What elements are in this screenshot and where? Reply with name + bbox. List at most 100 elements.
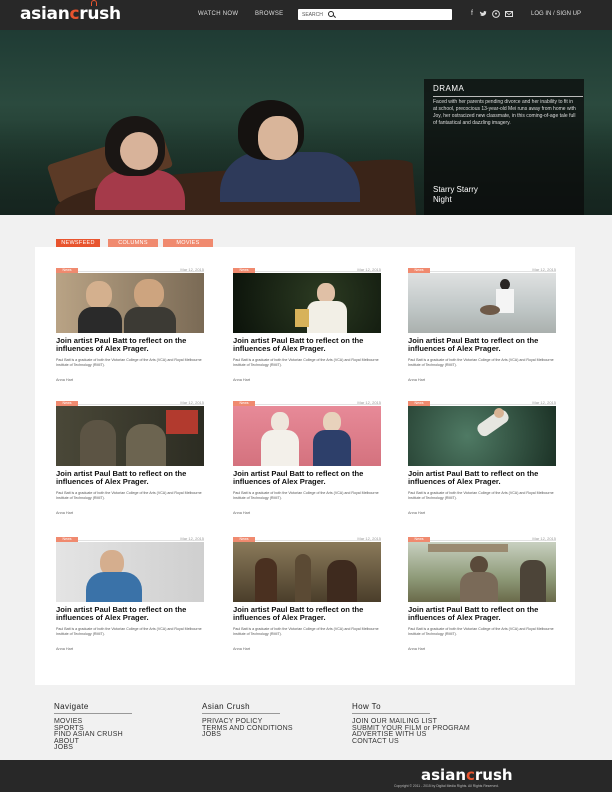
article-excerpt: Paul Batt is a graduate of both the Vict…: [408, 358, 554, 367]
article-title[interactable]: Join artist Paul Batt to reflect on the …: [233, 469, 381, 487]
article-thumbnail[interactable]: [56, 542, 204, 602]
article-card[interactable]: News Mar 12, 2015 Join artist Paul Batt …: [233, 265, 381, 390]
logo-text-part: asian: [421, 766, 466, 784]
search-icon[interactable]: [328, 11, 334, 17]
article-author: Anna Hart: [56, 647, 74, 651]
search-box: [298, 9, 452, 20]
article-card[interactable]: News Mar 12, 2015 Join artist Paul Batt …: [408, 265, 556, 390]
article-excerpt: Paul Batt is a graduate of both the Vict…: [233, 627, 379, 636]
top-navigation-bar: asiancrush WATCH NOW BROWSE f LOG IN / S…: [0, 0, 612, 30]
thumb-face: [494, 408, 504, 418]
footer-heading: How To: [352, 702, 381, 711]
article-card[interactable]: News Mar 12, 2015 Join artist Paul Batt …: [56, 398, 204, 523]
article-title[interactable]: Join artist Paul Batt to reflect on the …: [233, 605, 381, 623]
thumb-body: [307, 301, 347, 333]
thumb-body: [80, 420, 116, 466]
thumb-body: [520, 560, 546, 602]
article-excerpt: Paul Batt is a graduate of both the Vict…: [408, 491, 554, 500]
article-thumbnail[interactable]: [56, 273, 204, 333]
thumb-face: [134, 279, 164, 309]
article-date: Mar 12, 2015: [180, 400, 204, 405]
thumb-body: [261, 430, 299, 466]
article-title[interactable]: Join artist Paul Batt to reflect on the …: [56, 469, 204, 487]
thumb-figure: [255, 558, 277, 602]
thumb-face: [271, 412, 289, 432]
article-title[interactable]: Join artist Paul Batt to reflect on the …: [408, 605, 556, 623]
search-input[interactable]: [298, 9, 438, 20]
email-icon[interactable]: [505, 10, 513, 18]
login-signup-link[interactable]: LOG IN / SIGN UP: [531, 11, 581, 17]
article-thumbnail[interactable]: [233, 273, 381, 333]
hero-boy-body: [220, 152, 360, 202]
article-title[interactable]: Join artist Paul Batt to reflect on the …: [56, 336, 204, 354]
footer-link-contact[interactable]: CONTACT US: [352, 738, 470, 746]
footer-heading: Navigate: [54, 702, 89, 711]
footer-link-jobs[interactable]: JOBS: [54, 745, 132, 752]
site-logo[interactable]: asiancrush: [20, 0, 121, 24]
article-card[interactable]: News Mar 12, 2015 Join artist Paul Batt …: [56, 534, 204, 659]
article-author: Anna Hart: [56, 378, 74, 382]
article-title[interactable]: Join artist Paul Batt to reflect on the …: [233, 336, 381, 354]
article-title[interactable]: Join artist Paul Batt to reflect on the …: [408, 469, 556, 487]
article-card[interactable]: News Mar 12, 2015 Join artist Paul Batt …: [56, 265, 204, 390]
copyright-text: Copyright © 2011 - 2015 by Digital Media…: [394, 784, 499, 788]
thumb-body: [460, 572, 498, 602]
article-card[interactable]: News Mar 12, 2015 Join artist Paul Batt …: [233, 398, 381, 523]
article-title[interactable]: Join artist Paul Batt to reflect on the …: [408, 336, 556, 354]
article-thumbnail[interactable]: [408, 406, 556, 466]
facebook-icon[interactable]: f: [468, 10, 476, 18]
featured-title[interactable]: Starry Starry Night: [433, 185, 493, 205]
footer-bar: asiancrush Copyright © 2011 - 2015 by Di…: [0, 760, 612, 792]
footer-link-jobs[interactable]: JOBS: [202, 731, 293, 739]
twitter-icon[interactable]: [479, 10, 487, 18]
thumb-body: [86, 572, 142, 602]
article-card[interactable]: News Mar 12, 2015 Join artist Paul Batt …: [233, 534, 381, 659]
featured-description: Faced with her parents pending divorce a…: [433, 99, 576, 126]
thumb-airplane: [428, 544, 508, 552]
footer-navigate: Navigate MOVIES SPORTS FIND ASIAN CRUSH …: [54, 702, 132, 752]
featured-divider: [433, 96, 583, 97]
thumb-face: [323, 412, 341, 432]
article-author: Anna Hart: [233, 378, 251, 382]
article-card[interactable]: News Mar 12, 2015 Join artist Paul Batt …: [408, 398, 556, 523]
article-author: Anna Hart: [233, 647, 251, 651]
article-thumbnail[interactable]: [233, 406, 381, 466]
hero-girl-body: [95, 170, 185, 210]
article-excerpt: Paul Batt is a graduate of both the Vict…: [233, 491, 379, 500]
article-date: Mar 12, 2015: [532, 536, 556, 541]
article-card[interactable]: News Mar 12, 2015 Join artist Paul Batt …: [408, 534, 556, 659]
nav-browse[interactable]: BROWSE: [255, 11, 283, 17]
footer-how-to: How To JOIN OUR MAILING LIST SUBMIT YOUR…: [352, 702, 470, 745]
footer-logo[interactable]: asiancrush: [421, 766, 513, 784]
thumb-backdrop: [233, 406, 381, 466]
hero-girl-face: [120, 132, 158, 170]
article-title[interactable]: Join artist Paul Batt to reflect on the …: [56, 605, 204, 623]
pinterest-icon[interactable]: [492, 10, 500, 18]
hero-banner[interactable]: DRAMA Faced with her parents pending div…: [0, 30, 612, 215]
article-date: Mar 12, 2015: [357, 267, 381, 272]
article-thumbnail[interactable]: [408, 273, 556, 333]
tab-movies[interactable]: MOVIES: [163, 239, 213, 247]
article-thumbnail[interactable]: [233, 542, 381, 602]
hero-boy-face: [258, 116, 298, 160]
article-thumbnail[interactable]: [408, 542, 556, 602]
tab-newsfeed[interactable]: NEWSFEED: [56, 239, 100, 247]
tab-columns[interactable]: COLUMNS: [108, 239, 158, 247]
article-thumbnail[interactable]: [56, 406, 204, 466]
thumb-face: [317, 283, 335, 303]
thumb-object: [166, 410, 198, 434]
article-excerpt: Paul Batt is a graduate of both the Vict…: [408, 627, 554, 636]
logo-text-accent: c: [69, 4, 80, 24]
article-author: Anna Hart: [56, 511, 74, 515]
footer-heading: Asian Crush: [202, 702, 250, 711]
footer-divider: [202, 713, 280, 714]
featured-genre: DRAMA: [433, 84, 465, 93]
newsfeed-grid: News Mar 12, 2015 Join artist Paul Batt …: [35, 247, 575, 685]
featured-info-panel: DRAMA Faced with her parents pending div…: [424, 79, 584, 215]
logo-text-part: asian: [20, 4, 70, 24]
nav-watch-now[interactable]: WATCH NOW: [198, 11, 238, 17]
article-date: Mar 12, 2015: [180, 536, 204, 541]
article-date: Mar 12, 2015: [532, 267, 556, 272]
thumb-backdrop: [408, 273, 556, 333]
article-excerpt: Paul Batt is a graduate of both the Vict…: [56, 627, 202, 636]
